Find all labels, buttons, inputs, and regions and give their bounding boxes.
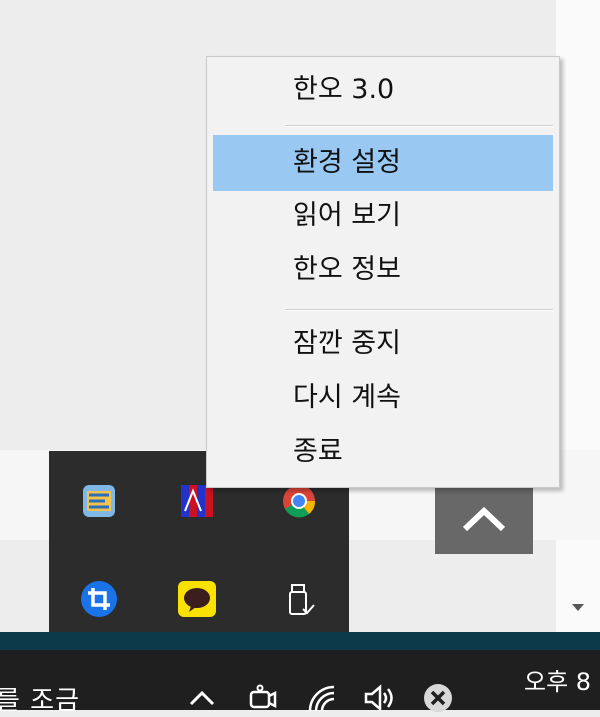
speaker-icon[interactable] xyxy=(362,680,398,716)
scroll-down-arrow-icon[interactable] xyxy=(568,598,588,618)
menu-item-resume[interactable]: 다시 계속 xyxy=(213,379,553,417)
menu-item-title[interactable]: 한오 3.0 xyxy=(213,71,553,109)
wifi-icon[interactable] xyxy=(304,680,340,716)
menu-item-about[interactable]: 한오 정보 xyxy=(213,251,553,289)
chevron-up-icon[interactable] xyxy=(184,680,220,716)
clock[interactable]: 오후 8 xyxy=(524,662,591,697)
taskbar-top-edge xyxy=(0,632,600,650)
menu-item-readme[interactable]: 읽어 보기 xyxy=(213,197,553,235)
taskbar-partial-text: 를 조금 xyxy=(0,686,81,716)
menu-item-settings[interactable]: 환경 설정 xyxy=(213,135,553,191)
close-circle-icon[interactable] xyxy=(420,680,456,716)
kakaotalk-icon[interactable] xyxy=(175,577,219,621)
show-hidden-icons-button[interactable] xyxy=(435,482,533,554)
menu-separator xyxy=(285,125,553,127)
usb-drive-icon[interactable] xyxy=(277,577,321,621)
hanoh-app-icon[interactable] xyxy=(77,479,121,523)
menu-separator xyxy=(285,309,553,311)
menu-item-pause[interactable]: 잠깐 중지 xyxy=(213,325,553,363)
meet-now-icon[interactable] xyxy=(244,680,280,716)
crop-tool-icon[interactable] xyxy=(77,577,121,621)
menu-item-exit[interactable]: 종료 xyxy=(213,433,553,471)
context-menu: 한오 3.0 환경 설정 읽어 보기 한오 정보 잠깐 중지 다시 계속 종료 xyxy=(206,56,560,488)
